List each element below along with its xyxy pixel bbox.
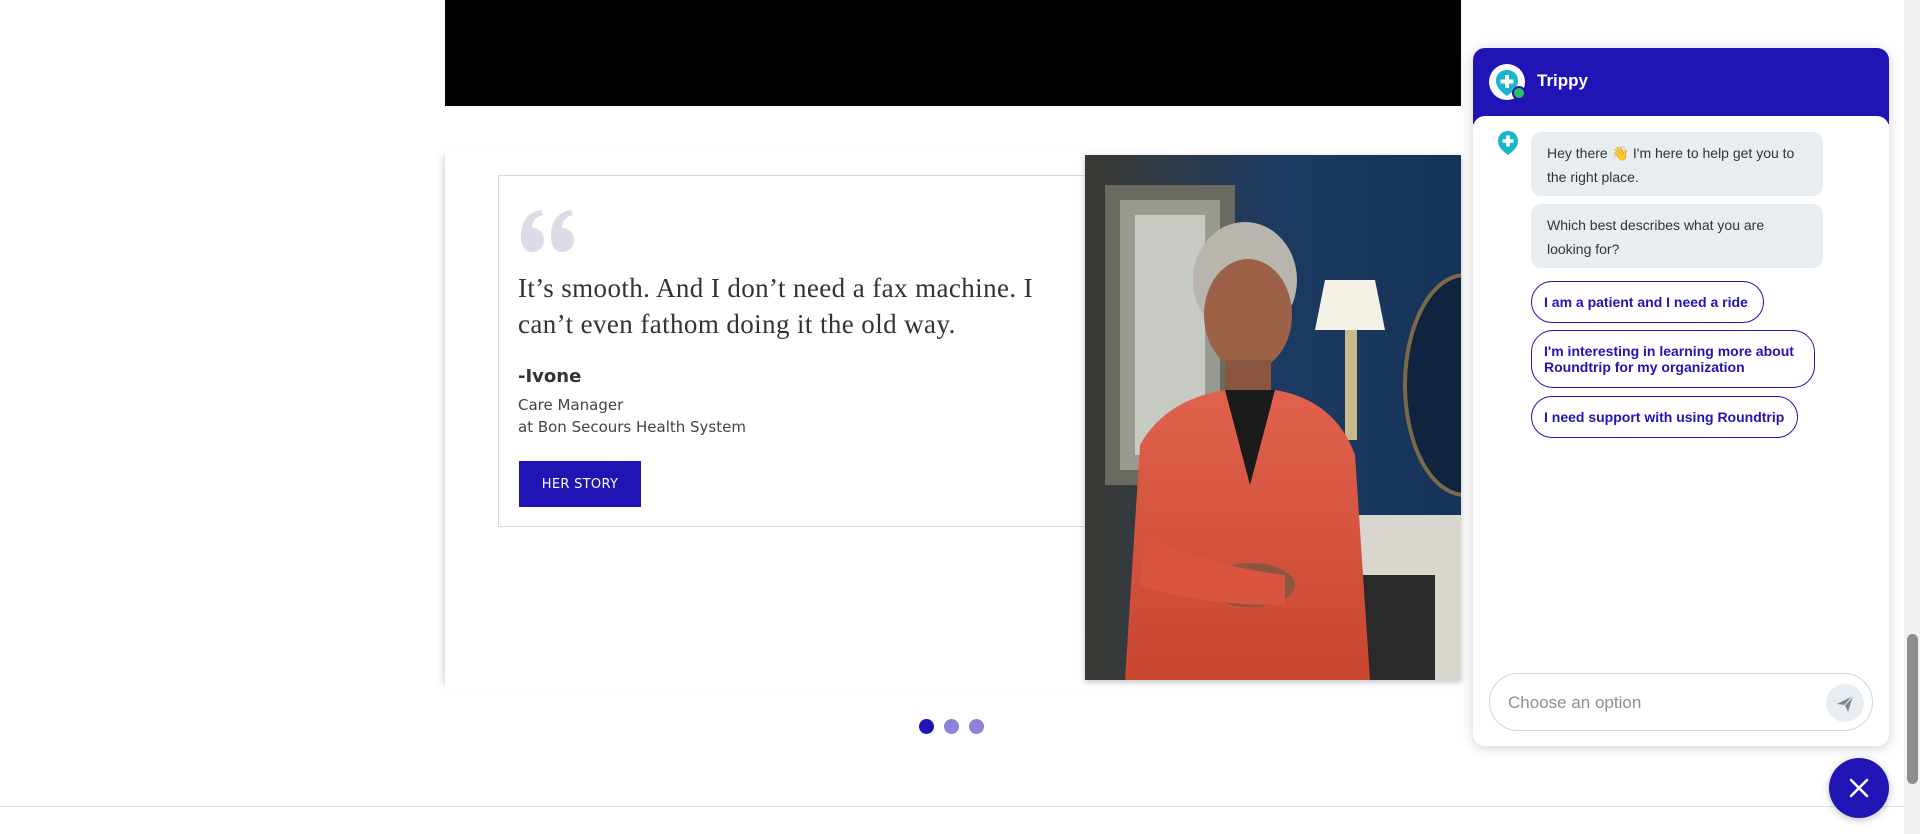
send-button[interactable] (1826, 684, 1864, 722)
chat-avatar (1489, 64, 1526, 100)
carousel-dots (919, 719, 984, 734)
chat-widget: Trippy Hey there 👋 I'm here to help get … (1473, 48, 1889, 746)
testimonial-role-organization: at Bon Secours Health System (518, 418, 746, 436)
trippy-logo-icon (1498, 131, 1518, 155)
chat-message-greeting: Hey there 👋 I'm here to help get you to … (1531, 132, 1823, 196)
portrait-image (1085, 155, 1461, 680)
chat-input-container (1489, 673, 1873, 731)
option-patient-ride[interactable]: I am a patient and I need a ride (1531, 281, 1764, 323)
chat-header: Trippy (1473, 48, 1889, 124)
chat-input[interactable] (1506, 688, 1810, 718)
her-story-button[interactable]: HER STORY (519, 461, 641, 507)
chat-close-button[interactable] (1829, 758, 1889, 818)
testimonial-photo (1085, 155, 1461, 680)
close-icon (1849, 778, 1869, 798)
scrollbar-thumb[interactable] (1907, 634, 1918, 784)
carousel-dot-3[interactable] (969, 719, 984, 734)
testimonial-quote: It’s smooth. And I don’t need a fax mach… (518, 273, 1034, 339)
testimonial-author: -Ivone (518, 366, 582, 387)
video-player[interactable] (445, 0, 1461, 106)
carousel-dot-2[interactable] (944, 719, 959, 734)
quote-mark-icon (521, 210, 574, 252)
testimonial-role-title: Care Manager (518, 396, 624, 414)
send-icon (1837, 695, 1854, 712)
online-status-indicator (1512, 86, 1526, 100)
section-divider (0, 806, 1904, 807)
option-organization[interactable]: I'm interesting in learning more about R… (1531, 330, 1815, 388)
testimonial-role: Care Manager at Bon Secours Health Syste… (518, 394, 746, 438)
chat-title: Trippy (1537, 71, 1589, 90)
page-scrollbar[interactable] (1904, 0, 1920, 834)
option-support[interactable]: I need support with using Roundtrip (1531, 396, 1798, 438)
chat-message-question: Which best describes what you are lookin… (1531, 204, 1823, 268)
carousel-dot-1[interactable] (919, 719, 934, 734)
